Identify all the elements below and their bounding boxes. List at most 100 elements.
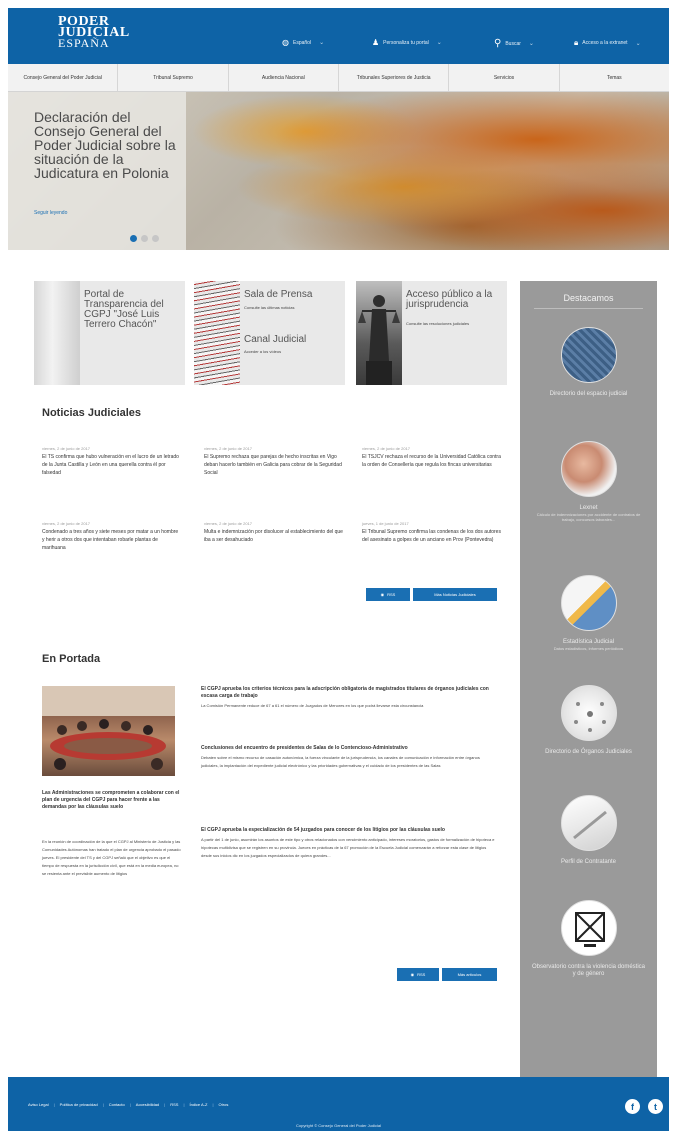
sidebar-item-label: Observatorio contra la violencia domésti… xyxy=(531,964,646,977)
sidebar-item-subtitle: Datos estadísticos, informes periódicos xyxy=(553,646,624,651)
footer-link-otros[interactable]: Otros xyxy=(219,1102,229,1107)
nav-tribunal-supremo[interactable]: Tribunal Supremo xyxy=(118,64,229,91)
news-date: viernes, 2 de junio de 2017 xyxy=(42,446,91,451)
footer-link-accesibilidad[interactable]: Accesibilidad xyxy=(136,1102,159,1107)
phone-hand-icon xyxy=(560,441,617,497)
personalize-label: Personaliza tu portal xyxy=(383,39,429,46)
extranet-link[interactable]: 🔒︎ Acceso a la extranet ⌄ xyxy=(574,38,641,48)
search-label: Buscar xyxy=(505,40,521,47)
portada-article[interactable]: Conclusiones del encuentro de presidente… xyxy=(201,745,496,770)
footer-link-rss[interactable]: RSS xyxy=(170,1102,178,1107)
lead-article-text: En la reunión de coordinación de la que … xyxy=(42,839,181,876)
hero-read-more-link[interactable]: Seguir leyendo xyxy=(34,210,67,216)
press-card[interactable]: Sala de Prensa Consulte las últimas noti… xyxy=(194,281,345,385)
more-articles-button[interactable]: Más artículos xyxy=(442,968,497,981)
meeting-photo[interactable] xyxy=(42,686,175,776)
sidebar-item-label: Directorio de Órganos Judiciales xyxy=(545,749,632,755)
news-item[interactable]: viernes, 2 de junio de 2017 El Supremo r… xyxy=(204,446,344,477)
carousel-dot-2[interactable] xyxy=(141,235,148,242)
chevron-down-icon: ⌄ xyxy=(436,40,442,46)
sidebar-item-label: Estadística Judicial xyxy=(562,639,615,645)
nav-temas[interactable]: Temas xyxy=(560,64,669,91)
news-item[interactable]: viernes, 2 de junio de 2017 El TSJCV rec… xyxy=(362,446,502,469)
footer-separator: | xyxy=(102,1102,104,1107)
rss-label: RSS xyxy=(417,972,426,977)
news-rss-button[interactable]: ◉ RSS xyxy=(366,588,410,601)
footer-links: Aviso Legal | Política de privacidad | Con… xyxy=(28,1102,228,1107)
portada-rss-button[interactable]: ◉ RSS xyxy=(397,968,439,981)
carousel-dot-1[interactable] xyxy=(130,235,137,242)
search-button[interactable]: ⚲ Buscar ⌄ xyxy=(494,38,534,49)
chevron-down-icon: ⌄ xyxy=(319,40,325,46)
extranet-label: Acceso a la extranet xyxy=(582,40,628,46)
network-icon xyxy=(560,685,617,741)
chevron-down-icon: ⌄ xyxy=(635,40,641,47)
portada-section-title: En Portada xyxy=(42,653,101,665)
news-date: viernes, 2 de junio de 2017 xyxy=(42,521,91,526)
language-selector[interactable]: ◍ Español ⌄ xyxy=(282,38,324,47)
news-headline[interactable]: El Supremo rechaza que parejas de hecho … xyxy=(204,453,344,477)
sidebar-item-estadistica[interactable]: Estadística Judicial Datos estadísticos,… xyxy=(520,575,657,651)
news-item[interactable]: viernes, 2 de junio de 2017 Condenado a … xyxy=(42,521,182,552)
article-title[interactable]: El CGPJ aprueba los criterios técnicos p… xyxy=(201,686,496,700)
news-item[interactable]: viernes, 2 de junio de 2017 Multa e inde… xyxy=(204,521,344,544)
press-room-title[interactable]: Sala de Prensa xyxy=(244,290,312,300)
news-headline[interactable]: Condenado a tres años y siete meses por … xyxy=(42,528,182,552)
sidebar-item-directorio[interactable]: Directorio del espacio judicial xyxy=(520,327,657,398)
canal-judicial-title[interactable]: Canal Judicial xyxy=(244,335,306,345)
news-headline[interactable]: El TS confirma que hubo vulneración en e… xyxy=(42,453,182,477)
transparency-card[interactable]: Portal de Transparencia del CGPJ "José L… xyxy=(34,281,185,385)
news-headline[interactable]: Multa e indemnización por disolucer al e… xyxy=(204,528,344,544)
statue-icon xyxy=(358,295,400,385)
lock-icon: 🔒︎ xyxy=(574,38,579,47)
nav-audiencia-nacional[interactable]: Audiencia Nacional xyxy=(229,64,339,91)
chevron-down-icon: ⌄ xyxy=(528,41,534,47)
news-date: viernes, 2 de junio de 2017 xyxy=(204,521,253,526)
sidebar-item-lexnet[interactable]: Lexnet Cálculo de indemnizaciones por ac… xyxy=(520,441,657,522)
footer-separator: | xyxy=(129,1102,131,1107)
transparency-image xyxy=(34,281,80,385)
site-footer: Aviso Legal | Política de privacidad | Con… xyxy=(8,1077,669,1131)
hero-title[interactable]: Declaración del Consejo General del Pode… xyxy=(34,110,184,180)
personalize-link[interactable]: ♟ Personaliza tu portal ⌄ xyxy=(372,38,442,47)
nav-tsj[interactable]: Tribunales Superiores de Justicia xyxy=(339,64,450,91)
twitter-icon[interactable]: t xyxy=(648,1099,663,1114)
books-icon xyxy=(560,327,617,383)
carousel-dot-3[interactable] xyxy=(152,235,159,242)
footer-separator: | xyxy=(183,1102,185,1107)
site-logo[interactable]: PODER JUDICIAL ESPAÑA xyxy=(58,15,130,50)
facebook-icon[interactable]: f xyxy=(625,1099,640,1114)
sidebar-item-contratante[interactable]: Perfil de Contratante xyxy=(520,795,657,866)
footer-separator: | xyxy=(212,1102,214,1107)
jurisprudence-card[interactable]: Acceso público a la jurisprudencia Consu… xyxy=(356,281,507,385)
footer-separator: | xyxy=(164,1102,166,1107)
footer-separator: | xyxy=(53,1102,55,1107)
portada-article[interactable]: El CGPJ aprueba los criterios técnicos p… xyxy=(201,686,496,710)
article-title[interactable]: El CGPJ aprueba la especialización de 54… xyxy=(201,827,496,834)
footer-link-indice[interactable]: Índice A-Z xyxy=(189,1102,207,1107)
news-headline[interactable]: El TSJCV rechaza el recurso de la Univer… xyxy=(362,453,502,469)
nav-cgpj[interactable]: Consejo General del Poder Judicial xyxy=(8,64,119,91)
jurisprudence-card-title: Acceso público a la jurisprudencia xyxy=(406,289,493,310)
news-item[interactable]: viernes, 2 de junio de 2017 El TS confir… xyxy=(42,446,182,477)
user-icon: ♟ xyxy=(372,38,380,47)
sidebar-item-organos[interactable]: Directorio de Órganos Judiciales xyxy=(520,685,657,756)
lead-article-title[interactable]: Las Administraciones se comprometen a co… xyxy=(42,790,182,811)
portada-article[interactable]: El CGPJ aprueba la especialización de 54… xyxy=(201,827,496,860)
news-item[interactable]: jueves, 1 de junio de 2017 El Tribunal S… xyxy=(362,521,502,544)
footer-link-privacidad[interactable]: Política de privacidad xyxy=(60,1102,98,1107)
more-news-button[interactable]: Más Noticias Judiciales xyxy=(413,588,497,601)
news-headline[interactable]: El Tribunal Supremo confirma las condena… xyxy=(362,528,502,544)
article-body: Debaten sobre el mismo recurso de casaci… xyxy=(201,755,480,768)
article-title[interactable]: Conclusiones del encuentro de presidente… xyxy=(201,745,496,752)
chart-icon xyxy=(560,575,617,631)
footer-link-contacto[interactable]: Contacto xyxy=(109,1102,125,1107)
footer-link-aviso-legal[interactable]: Aviso Legal xyxy=(28,1102,49,1107)
news-section-title: Noticias Judiciales xyxy=(42,407,142,419)
sidebar-item-subtitle: Cálculo de indemnizaciones por accidente… xyxy=(536,512,641,522)
rss-icon: ◉ xyxy=(380,592,385,597)
sidebar-item-observatorio[interactable]: Observatorio contra la violencia domésti… xyxy=(520,900,657,978)
nav-servicios[interactable]: Servicios xyxy=(449,64,560,91)
hero-carousel[interactable]: Declaración del Consejo General del Pode… xyxy=(8,92,669,250)
newspapers-image xyxy=(194,281,240,385)
